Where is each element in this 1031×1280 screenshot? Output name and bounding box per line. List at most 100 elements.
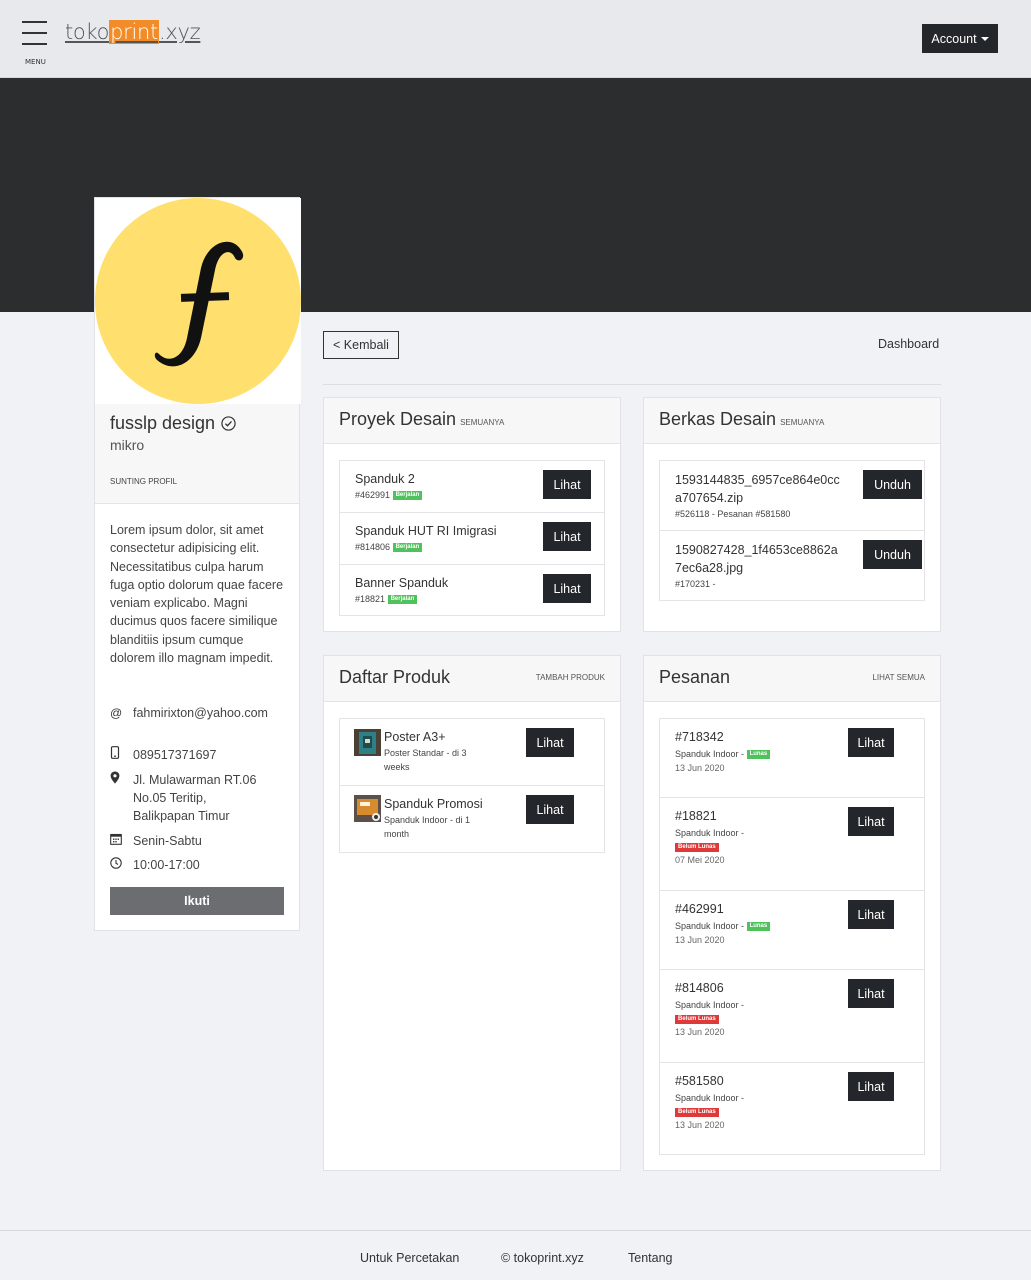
file-name-line1: 1593144835_6957ce864e0cc — [675, 473, 840, 487]
phone-icon — [110, 746, 133, 764]
email-text: fahmirixton@yahoo.com — [133, 706, 268, 720]
order-date: 13 Jun 2020 — [675, 1027, 725, 1037]
file-meta: #170231 - — [675, 579, 716, 589]
view-order-button[interactable]: Lihat — [848, 807, 894, 836]
product-thumbnail — [354, 795, 381, 822]
view-product-button[interactable]: Lihat — [526, 728, 574, 757]
footer-copyright: © tokoprint.xyz — [501, 1251, 584, 1265]
order-product-text: Spanduk Indoor - — [675, 749, 745, 759]
view-project-button[interactable]: Lihat — [543, 574, 591, 603]
edit-profile-link[interactable]: SUNTING PROFIL — [110, 477, 177, 486]
map-pin-icon — [110, 771, 133, 825]
product-desc-line1: Poster Standar - di 3 — [384, 748, 467, 758]
footer: Untuk Percetakan © tokoprint.xyz Tentang — [0, 1230, 1031, 1280]
avatar — [95, 198, 301, 404]
file-meta: #526118 - Pesanan #581580 — [675, 509, 791, 519]
account-dropdown-button[interactable]: Account — [922, 24, 998, 53]
list-item: #814806 Spanduk Indoor - Belum Lunas 13 … — [660, 970, 924, 1063]
view-order-button[interactable]: Lihat — [848, 728, 894, 757]
footer-link-printing[interactable]: Untuk Percetakan — [360, 1251, 459, 1265]
design-projects-panel: Proyek Desain SEMUANYA Spanduk 2 #462991 … — [323, 397, 621, 632]
download-button[interactable]: Unduh — [863, 470, 922, 499]
download-button[interactable]: Unduh — [863, 540, 922, 569]
view-order-button[interactable]: Lihat — [848, 900, 894, 929]
logo-text-highlight: print — [109, 20, 159, 44]
panel-header: Proyek Desain SEMUANYA — [324, 398, 620, 444]
list-item: Spanduk Promosi Spanduk Indoor - di 1 mon… — [340, 786, 604, 853]
panel-title: Berkas Desain SEMUANYA — [659, 409, 824, 430]
products-list: Poster A3+ Poster Standar - di 3 weeks Li… — [339, 718, 605, 853]
order-date: 13 Jun 2020 — [675, 1120, 725, 1130]
view-order-button[interactable]: Lihat — [848, 979, 894, 1008]
file-name-line2: a707654.zip — [675, 491, 744, 505]
account-label: Account — [931, 31, 977, 46]
order-date: 13 Jun 2020 — [675, 763, 725, 773]
panel-header: Pesanan LIHAT SEMUA — [644, 656, 940, 702]
products-panel: Daftar Produk TAMBAH PRODUK Poster A3+ P… — [323, 655, 621, 1171]
list-item: Banner Spanduk #18821 Berjalan Lihat — [340, 565, 604, 617]
orders-panel: Pesanan LIHAT SEMUA #718342 Spanduk Indo… — [643, 655, 941, 1171]
profile-name-text: fusslp design — [110, 413, 216, 433]
product-desc: Spanduk Indoor - di 1 month — [384, 813, 494, 841]
design-files-panel: Berkas Desain SEMUANYA 1593144835_6957ce8… — [643, 397, 941, 632]
project-title: Spanduk HUT RI Imigrasi — [355, 524, 497, 538]
files-list: 1593144835_6957ce864e0cc a707654.zip #526… — [659, 460, 925, 601]
list-item: Poster A3+ Poster Standar - di 3 weeks Li… — [340, 719, 604, 786]
site-logo[interactable]: tokoprint.xyz — [65, 20, 201, 44]
payment-status-badge: Belum Lunas — [675, 1107, 719, 1117]
view-all-orders-link[interactable]: LIHAT SEMUA — [872, 673, 925, 682]
order-status-row: Belum Lunas — [675, 1106, 719, 1120]
list-item: #462991 Spanduk Indoor - Lunas 13 Jun 20… — [660, 891, 924, 970]
order-product-text: Spanduk Indoor - — [675, 921, 745, 931]
follow-button[interactable]: Ikuti — [110, 887, 284, 915]
back-button[interactable]: < Kembali — [323, 331, 399, 359]
view-product-button[interactable]: Lihat — [526, 795, 574, 824]
hamburger-menu-icon[interactable] — [22, 21, 47, 45]
contact-days: Senin-Sabtu — [110, 832, 283, 850]
logo-text-pre: toko — [65, 20, 110, 44]
order-product: Spanduk Indoor - — [675, 828, 745, 838]
address-text: Jl. Mulawarman RT.06 No.05 Teritip, Bali… — [133, 773, 257, 823]
projects-all-link[interactable]: SEMUANYA — [460, 418, 504, 427]
product-desc-line2: weeks — [384, 762, 410, 772]
order-id: #718342 — [675, 730, 724, 744]
verified-check-icon — [221, 416, 236, 431]
dashboard-link[interactable]: Dashboard — [878, 337, 939, 351]
add-product-link[interactable]: TAMBAH PRODUK — [536, 673, 605, 682]
view-project-button[interactable]: Lihat — [543, 522, 591, 551]
list-item: 1593144835_6957ce864e0cc a707654.zip #526… — [660, 461, 924, 531]
order-date: 13 Jun 2020 — [675, 935, 725, 945]
at-icon: @ — [110, 706, 123, 720]
order-id: #581580 — [675, 1074, 724, 1088]
caret-down-icon — [980, 36, 989, 41]
orders-list: #718342 Spanduk Indoor - Lunas 13 Jun 20… — [659, 718, 925, 1155]
file-name: 1590827428_1f4653ce8862a 7ec6a28.jpg — [675, 541, 838, 577]
panel-title: Proyek Desain SEMUANYA — [339, 409, 504, 430]
view-order-button[interactable]: Lihat — [848, 1072, 894, 1101]
status-badge: Berjalan — [392, 491, 423, 501]
files-title: Berkas Desain — [659, 409, 777, 429]
product-thumbnail — [354, 729, 381, 756]
product-title: Poster A3+ — [384, 730, 446, 744]
payment-status-badge: Lunas — [746, 922, 771, 932]
product-desc: Poster Standar - di 3 weeks — [384, 746, 494, 774]
list-item: #18821 Spanduk Indoor - Belum Lunas 07 M… — [660, 798, 924, 891]
list-item: Spanduk 2 #462991 Berjalan Lihat — [340, 461, 604, 513]
profile-card: fusslp design mikro SUNTING PROFIL Lorem… — [94, 197, 301, 931]
avatar-logo-image — [95, 198, 301, 404]
project-meta: #18821 Berjalan — [355, 592, 418, 606]
list-item: #581580 Spanduk Indoor - Belum Lunas 13 … — [660, 1063, 924, 1156]
footer-link-about[interactable]: Tentang — [628, 1251, 672, 1265]
files-all-link[interactable]: SEMUANYA — [780, 418, 824, 427]
payment-status-badge: Lunas — [746, 750, 771, 760]
order-id: #814806 — [675, 981, 724, 995]
order-id: #18821 — [675, 809, 717, 823]
list-item: 1590827428_1f4653ce8862a 7ec6a28.jpg #170… — [660, 531, 924, 601]
view-project-button[interactable]: Lihat — [543, 470, 591, 499]
status-badge: Berjalan — [387, 595, 418, 605]
hours-text: 10:00-17:00 — [133, 858, 200, 872]
orders-title: Pesanan — [659, 667, 731, 687]
list-item: Spanduk HUT RI Imigrasi #814806 Berjalan… — [340, 513, 604, 565]
order-id: #462991 — [675, 902, 724, 916]
profile-name: fusslp design — [110, 413, 236, 434]
